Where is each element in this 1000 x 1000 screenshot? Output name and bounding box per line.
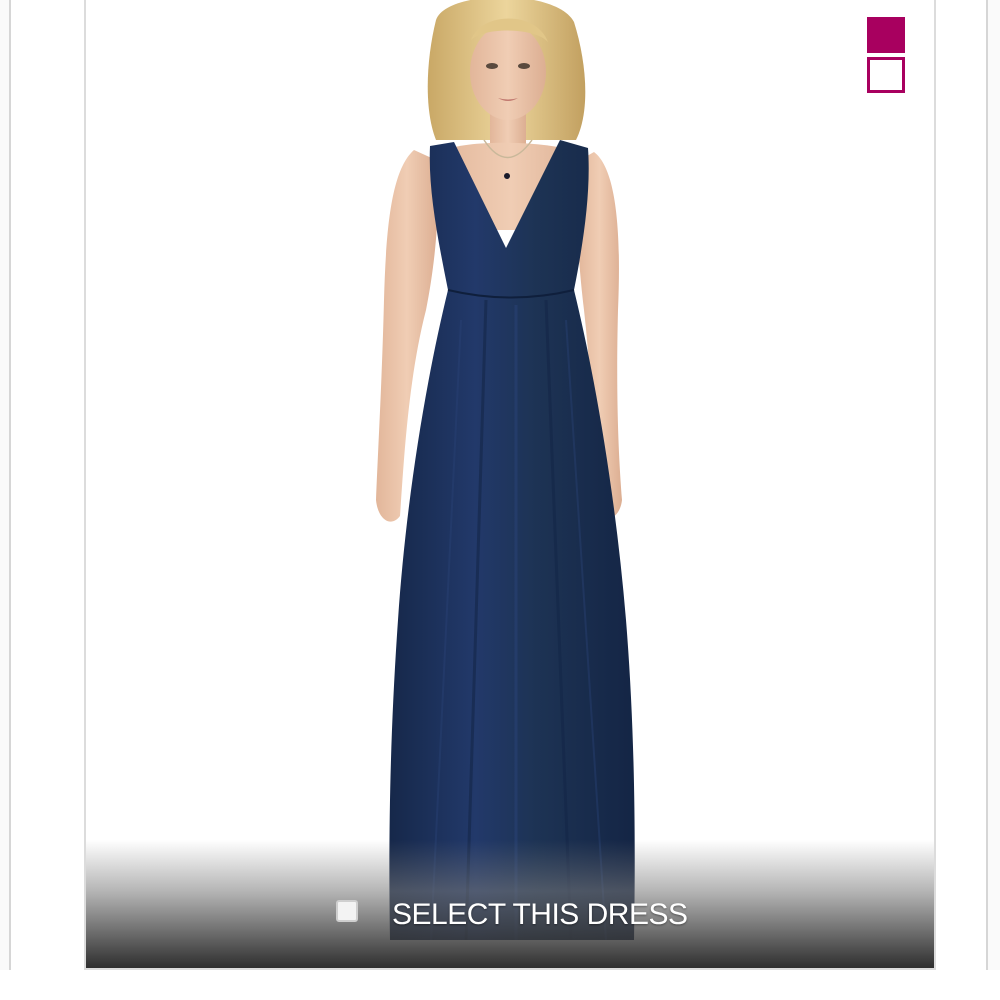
previous-card-edge[interactable] <box>0 0 11 970</box>
select-dress-bar[interactable]: SELECT THIS DRESS <box>86 840 934 968</box>
color-swatches <box>867 17 905 97</box>
swatch-outline[interactable] <box>867 57 905 93</box>
select-dress-control[interactable]: SELECT THIS DRESS <box>336 898 688 932</box>
next-card-edge[interactable] <box>986 0 1000 970</box>
swatch-filled[interactable] <box>867 17 905 53</box>
face <box>470 24 546 120</box>
select-dress-label[interactable]: SELECT THIS DRESS <box>392 898 688 932</box>
dress-photo <box>376 0 635 941</box>
product-card: SELECT THIS DRESS <box>84 0 936 970</box>
select-checkbox[interactable] <box>336 900 358 922</box>
